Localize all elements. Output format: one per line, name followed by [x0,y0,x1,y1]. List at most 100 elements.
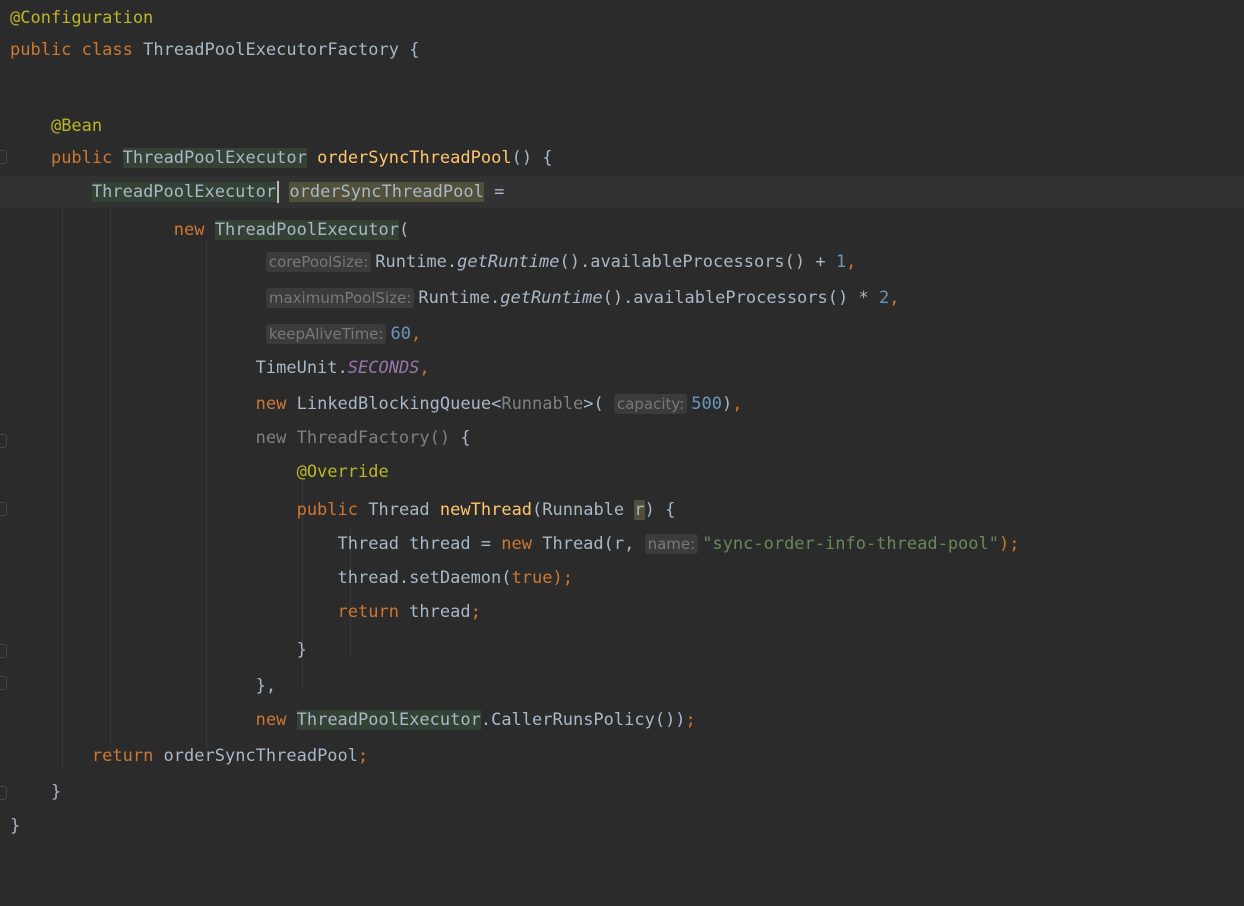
param-name-token: r [634,500,645,520]
param-hint: capacity: [613,394,688,414]
keyword-token: return [337,602,399,622]
assign-token: = [483,182,505,202]
number-token: 1 [835,252,847,272]
code-line[interactable]: @Override [0,456,1244,488]
type-token: ThreadPoolExecutor [296,710,481,730]
constructor-call-token: Thread(r, [532,534,645,554]
current-code-line[interactable]: ThreadPoolExecutor orderSyncThreadPool = [0,176,1244,208]
method-call-token: thread.setDaemon( [337,568,512,588]
brace-token: { [409,40,420,60]
param-hint: maximumPoolSize: [265,288,415,308]
brace-token: { [542,148,553,168]
code-line[interactable]: TimeUnit.SECONDS, [0,352,1244,384]
annotation-token: @Override [296,462,389,482]
variable-token: orderSyncThreadPool [153,746,359,766]
keyword-token: new [255,710,287,730]
timeunit-token: TimeUnit. [255,358,348,378]
type-token: ThreadPoolExecutor [122,148,307,168]
code-line[interactable]: new LinkedBlockingQueue<Runnable>( capac… [0,388,1244,420]
semicolon-token: ; [685,710,696,730]
operator-token: + [805,252,836,272]
variable-decl-token: Thread thread = [337,534,502,554]
code-line[interactable]: return thread; [0,596,1244,628]
method-name-token: orderSyncThreadPool [317,148,512,168]
code-line[interactable]: } [0,634,1244,666]
type-token: ThreadPoolExecutor [214,220,399,240]
paren-token: ) [721,394,733,414]
type-token: Thread [368,500,430,520]
code-editor[interactable]: @Configuration public class ThreadPoolEx… [0,0,1244,857]
keyword-token: public [50,148,113,168]
type-token: LinkedBlockingQueue [296,394,492,414]
method-call-token: .CallerRunsPolicy()) [480,710,686,730]
code-line[interactable]: public ThreadPoolExecutor orderSyncThrea… [0,142,1244,174]
brace-token: }, [255,676,277,696]
variable-token: orderSyncThreadPool [289,182,484,202]
method-name-token: newThread [439,500,533,520]
code-line[interactable]: new ThreadPoolExecutor.CallerRunsPolicy(… [0,704,1244,736]
type-token: ThreadPoolExecutor [91,182,277,202]
method-call-token: ().availableProcessors() [602,288,849,308]
code-line[interactable]: @Bean [0,110,1244,142]
annotation-token: @Bean [50,116,103,136]
method-call-token: getRuntime [500,288,603,308]
semicolon-token: ; [358,746,369,766]
punctuation-token: ); [552,568,573,588]
keyword-token: new [501,534,532,554]
code-line[interactable]: } [0,776,1244,808]
comma-token: , [732,394,743,414]
runtime-token: Runtime. [418,288,501,308]
brace-token: { [665,500,676,520]
operator-token: * [848,288,879,308]
code-line[interactable]: keepAliveTime: 60, [0,318,1244,350]
code-line[interactable]: maximumPoolSize: Runtime.getRuntime().ava… [0,282,1244,314]
number-token: 60 [390,324,411,344]
code-line[interactable]: } [0,810,1244,842]
code-line[interactable]: public class ThreadPoolExecutorFactory { [0,34,1244,66]
generic-type-token: Runnable [501,394,584,414]
annotation-token: @Configuration [10,8,154,28]
code-line[interactable]: corePoolSize: Runtime.getRuntime().availa… [0,246,1244,278]
comma-token: , [889,288,900,308]
code-line[interactable]: public Thread newThread(Runnable r) { [0,494,1244,526]
code-line[interactable]: thread.setDaemon(true); [0,562,1244,594]
paren-token: ) [644,500,666,520]
code-line[interactable]: new ThreadFactory() { [0,422,1244,454]
param-hint: name: [644,534,699,554]
param-hint: keepAliveTime: [265,324,387,344]
method-call-token: getRuntime [457,252,560,272]
punctuation-token: ); [999,534,1020,554]
param-token: (Runnable [532,500,635,520]
brace-token: } [296,640,307,660]
class-name-token: ThreadPoolExecutorFactory [143,40,399,60]
brace-token: } [10,816,21,836]
keyword-token: class [81,40,133,60]
paren-token: () [511,148,533,168]
keyword-token: public [296,500,358,520]
text-caret [277,181,280,203]
method-call-token: ().availableProcessors() [559,252,806,272]
code-line[interactable]: @Configuration [0,2,1244,34]
operator-token: < [491,394,502,414]
keyword-token: new [173,220,205,240]
code-line[interactable]: }, [0,670,1244,702]
string-token: "sync-order-info-thread-pool" [702,534,999,554]
comma-token: , [410,324,422,344]
brace-token: } [50,782,62,802]
keyword-token: new [255,394,287,414]
comma-token: , [419,358,430,378]
keyword-token: public [10,40,72,60]
param-hint: corePoolSize: [265,252,372,272]
comma-token: , [846,252,857,272]
variable-token: thread [398,602,471,622]
code-line[interactable]: Thread thread = new Thread(r, name: "sync… [0,528,1244,560]
paren-token: ( [398,220,410,240]
anonymous-class-token: new ThreadFactory() [255,428,451,448]
number-token: 500 [691,394,722,414]
code-line[interactable]: new ThreadPoolExecutor( [0,214,1244,246]
semicolon-token: ; [470,602,481,622]
operator-token: >( [583,394,604,414]
number-token: 2 [878,288,890,308]
code-line[interactable]: return orderSyncThreadPool; [0,740,1244,772]
keyword-token: return [91,746,154,766]
